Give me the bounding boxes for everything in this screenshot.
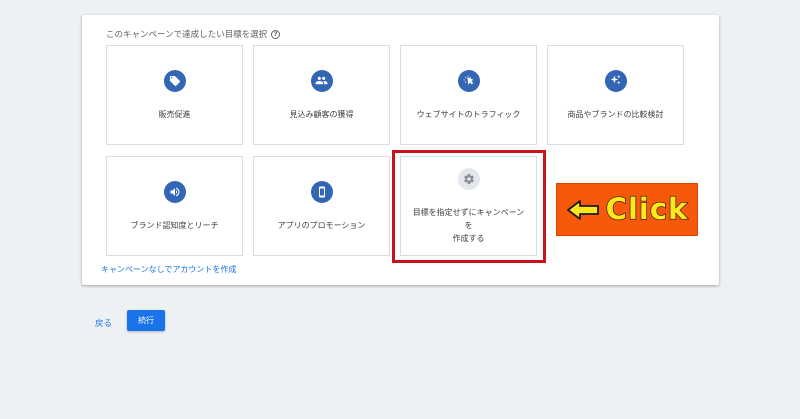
arrow-left-icon: [566, 199, 599, 220]
sparkle-icon: [604, 69, 627, 92]
speaker-icon: [163, 180, 186, 203]
tag-icon: [163, 69, 186, 92]
help-icon[interactable]: ?: [271, 29, 281, 39]
people-icon: [310, 69, 333, 92]
click-annotation: Click: [556, 183, 698, 236]
goal-label: ウェブサイトのトラフィック: [416, 109, 521, 119]
goal-tile-app-promotion[interactable]: アプリのプロモーション: [253, 156, 390, 256]
click-annotation-text: Click: [605, 192, 689, 226]
card-title-text: このキャンペーンで達成したい目標を選択: [106, 30, 268, 40]
back-link[interactable]: 戻る: [95, 317, 112, 329]
goal-label: アプリのプロモーション: [277, 220, 366, 230]
goal-tile-web-traffic[interactable]: ウェブサイトのトラフィック: [400, 45, 537, 145]
goal-label: 販売促進: [158, 109, 191, 119]
goal-tile-brand-awareness[interactable]: ブランド認知度とリーチ: [106, 156, 243, 256]
phone-icon: [310, 180, 333, 203]
goal-tile-leads[interactable]: 見込み顧客の獲得: [253, 45, 390, 145]
card-title: このキャンペーンで達成したい目標を選択 ?: [106, 28, 281, 40]
create-account-without-campaign-link[interactable]: キャンペーンなしでアカウントを作成: [101, 264, 236, 275]
goal-label: ブランド認知度とリーチ: [130, 220, 219, 230]
continue-button[interactable]: 続行: [127, 310, 165, 331]
highlight-box: [392, 150, 546, 263]
goal-tile-consideration[interactable]: 商品やブランドの比較検討: [547, 45, 684, 145]
goal-label: 見込み顧客の獲得: [289, 109, 354, 119]
cursor-click-icon: [457, 69, 480, 92]
goal-label: 商品やブランドの比較検討: [567, 109, 664, 119]
goal-tile-sales[interactable]: 販売促進: [106, 45, 243, 145]
